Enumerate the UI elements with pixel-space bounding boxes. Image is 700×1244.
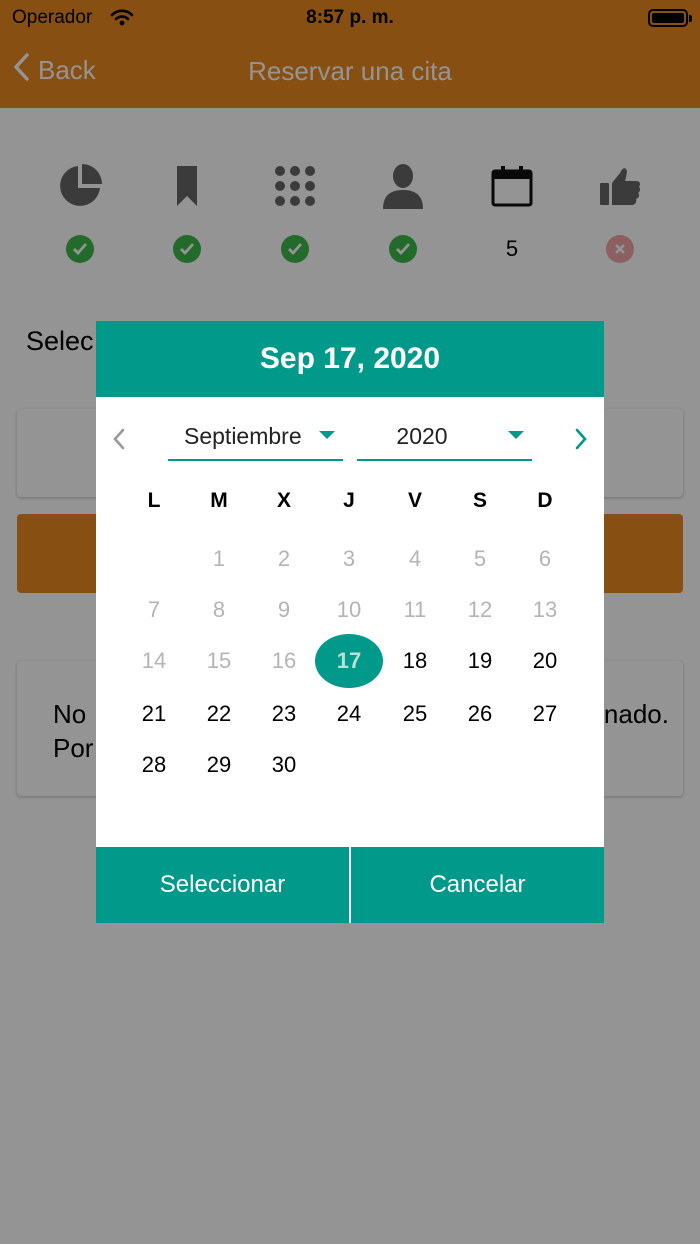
weekday-label: J (343, 489, 355, 512)
date-picker-dialog: Sep 17, 2020 Septiembre 2020 LMXJVSD 123… (96, 321, 604, 923)
calendar-day: 13 (532, 597, 558, 622)
calendar-day[interactable]: 27 (522, 696, 568, 732)
calendar-day: 1 (212, 546, 226, 571)
calendar-day[interactable]: 29 (196, 747, 242, 783)
month-value: Septiembre (184, 423, 302, 449)
calendar-day: 12 (467, 597, 493, 622)
calendar-day: 15 (206, 648, 232, 673)
calendar-day[interactable]: 24 (326, 696, 372, 732)
calendar-day[interactable]: 26 (457, 696, 503, 732)
calendar-day: 14 (141, 648, 167, 673)
calendar-day[interactable]: 21 (131, 696, 177, 732)
calendar-day[interactable]: 30 (261, 747, 307, 783)
select-button[interactable]: Seleccionar (96, 847, 349, 923)
calendar-day[interactable]: 25 (392, 696, 438, 732)
selected-date-header: Sep 17, 2020 (96, 321, 604, 397)
calendar-day: 3 (342, 546, 356, 571)
calendar-day: 9 (277, 597, 291, 622)
calendar-day[interactable]: 20 (522, 643, 568, 679)
calendar-day[interactable]: 18 (392, 643, 438, 679)
dialog-actions: Seleccionar Cancelar (96, 847, 604, 923)
caret-down-icon (508, 431, 524, 439)
previous-month-button[interactable] (112, 427, 126, 456)
calendar-day: 8 (212, 597, 226, 622)
weekday-label: X (276, 489, 291, 512)
weekday-label: V (407, 489, 422, 512)
calendar-day: 7 (147, 597, 161, 622)
calendar-day: 6 (538, 546, 552, 571)
selected-day[interactable]: 17 (315, 634, 383, 688)
calendar-day[interactable]: 23 (261, 696, 307, 732)
weekday-label: L (147, 489, 161, 512)
calendar-day[interactable]: 28 (131, 747, 177, 783)
calendar-day: 4 (408, 546, 422, 571)
calendar-day: 5 (473, 546, 487, 571)
caret-down-icon (319, 431, 335, 439)
weekday-label: S (472, 489, 487, 512)
month-dropdown[interactable]: Septiembre (168, 417, 343, 461)
calendar-day: 16 (271, 648, 297, 673)
weekday-label: M (210, 489, 228, 512)
year-dropdown[interactable]: 2020 (357, 417, 532, 461)
cancel-button[interactable]: Cancelar (351, 847, 604, 923)
calendar-day[interactable]: 19 (457, 643, 503, 679)
calendar-day: 10 (336, 597, 362, 622)
next-month-button[interactable] (574, 427, 588, 456)
calendar-day: 2 (277, 546, 291, 571)
year-value: 2020 (396, 423, 448, 449)
month-year-picker: Septiembre 2020 (96, 417, 604, 465)
calendar-day[interactable]: 22 (196, 696, 242, 732)
weekday-label: D (537, 489, 553, 512)
calendar-day: 11 (403, 597, 427, 622)
